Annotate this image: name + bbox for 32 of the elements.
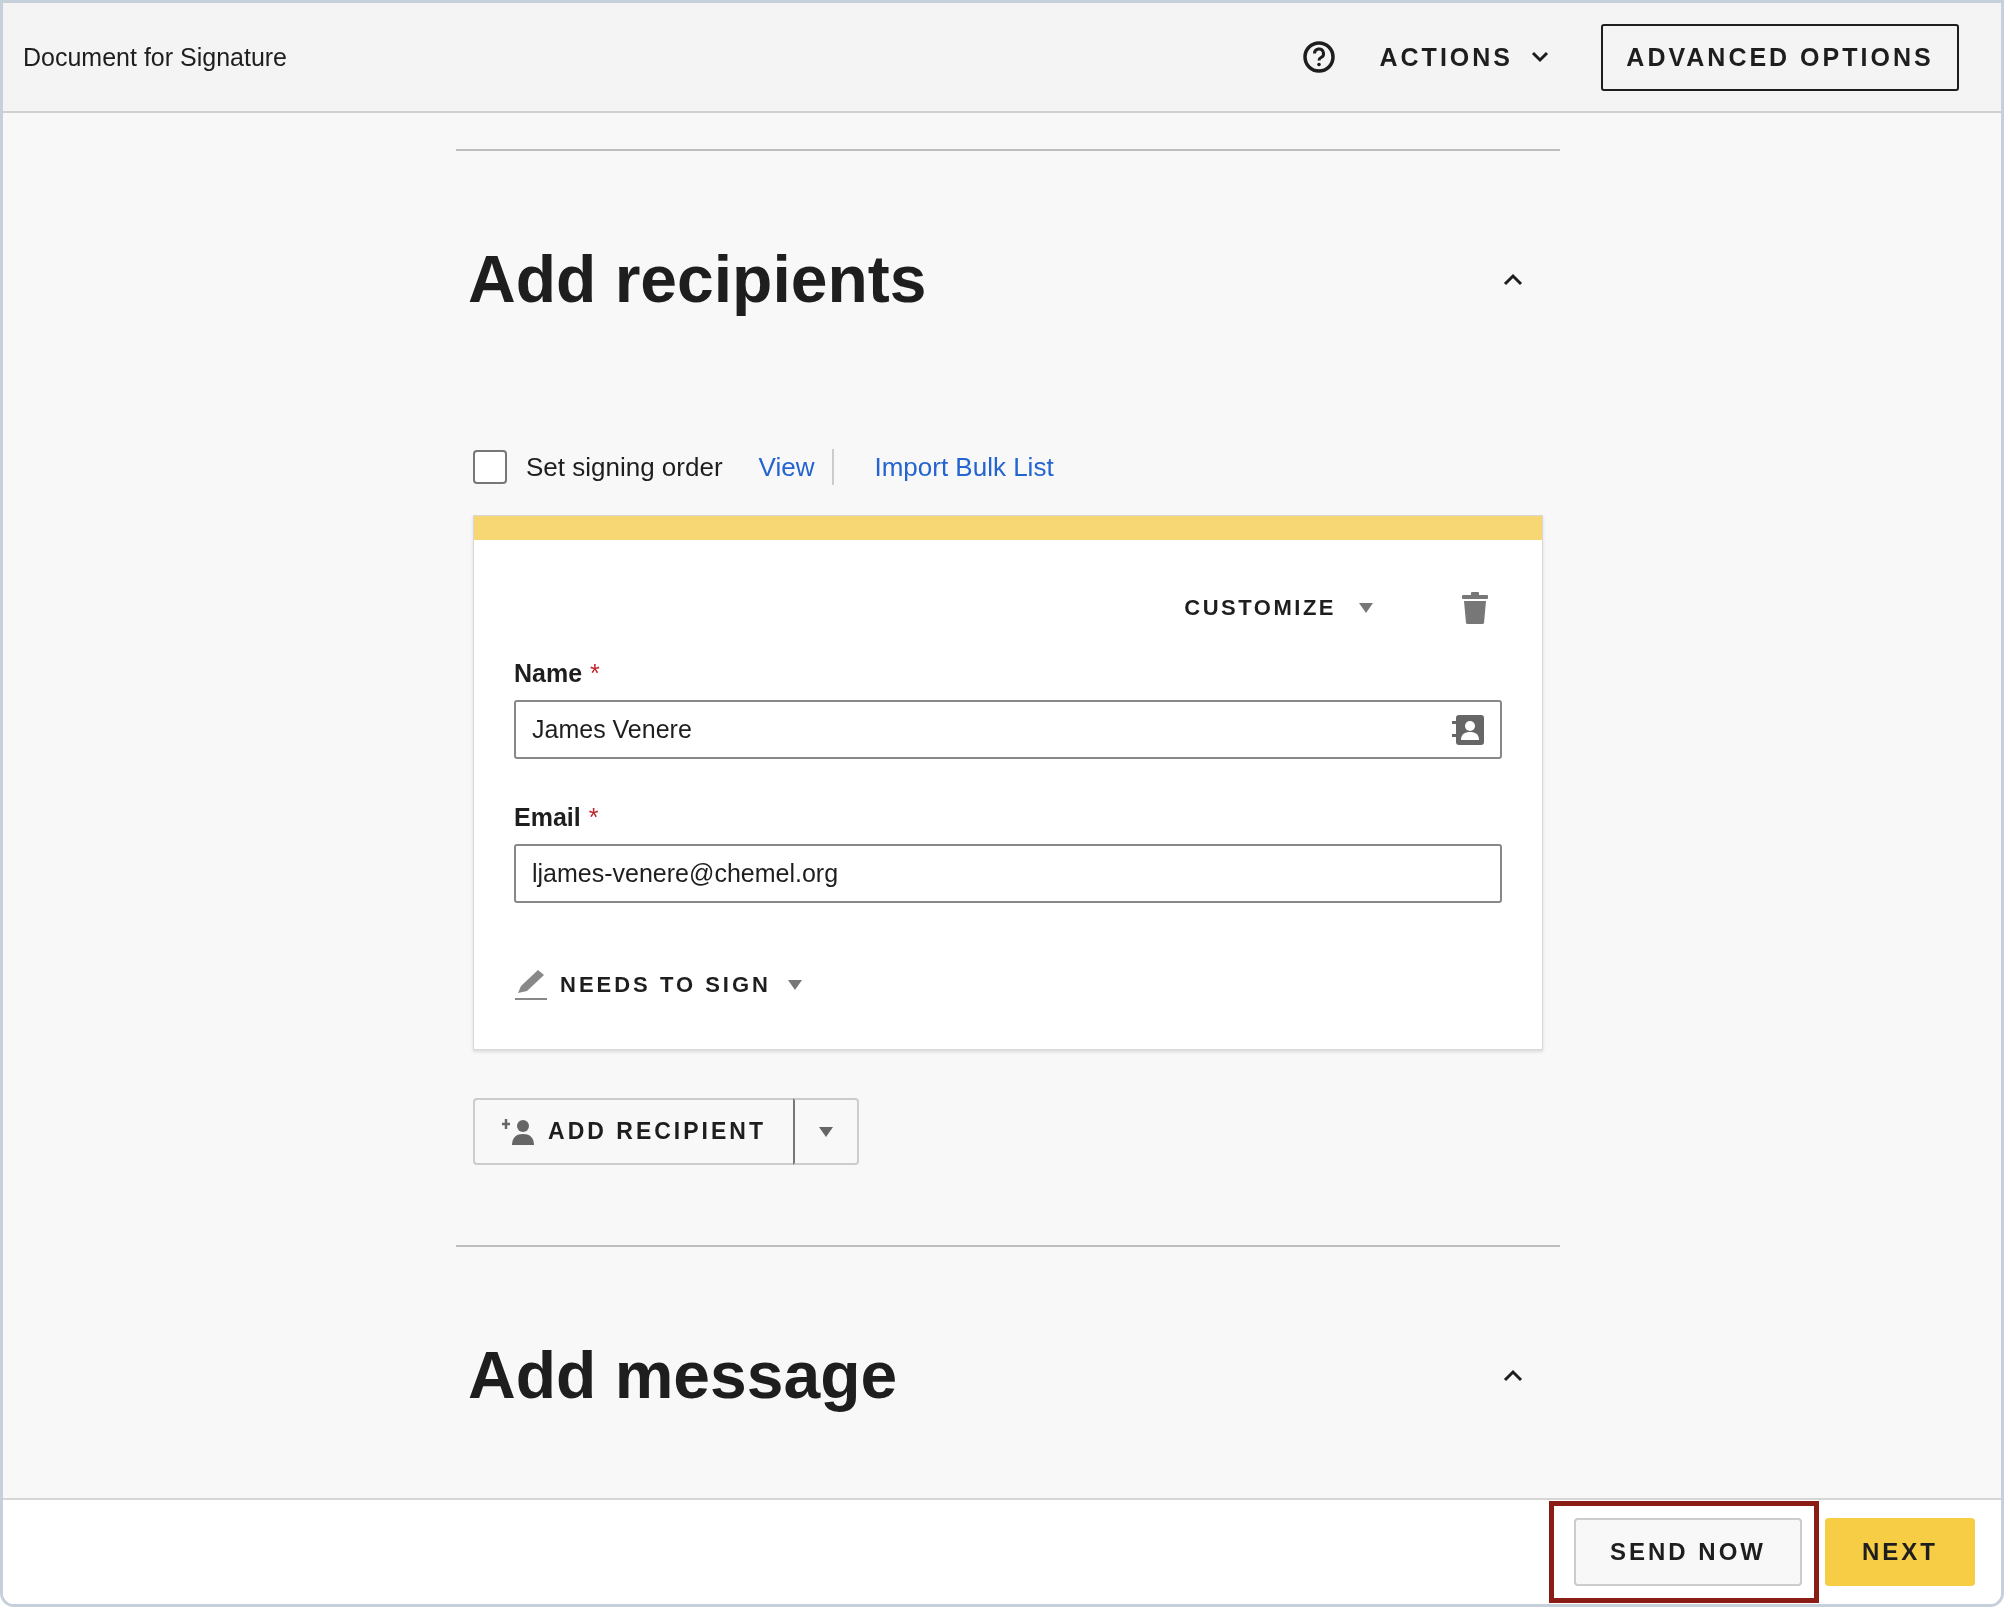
field-value: ljames-venere@chemel.org: [532, 859, 839, 888]
field-value: James Venere: [532, 715, 692, 744]
trash-icon[interactable]: [1462, 592, 1488, 624]
caret-icon: [786, 979, 803, 991]
advanced-options-button[interactable]: ADVANCED OPTIONS: [1601, 23, 1959, 91]
add-recipient-button[interactable]: ADD RECIPIENT: [473, 1098, 793, 1165]
checkbox-label: Set signing order: [526, 451, 723, 483]
chevron-down-icon: [1531, 51, 1549, 63]
send-now-button[interactable]: SEND NOW: [1574, 1518, 1802, 1586]
section-heading: Add message: [468, 1337, 898, 1413]
field-label: Email *: [514, 803, 600, 832]
caret-icon: [1358, 602, 1374, 614]
pen-icon: [514, 969, 548, 1001]
link[interactable]: View: [758, 451, 815, 483]
caret-icon: [818, 1125, 834, 1138]
role-dropdown[interactable]: NEEDS TO SIGN: [514, 969, 803, 1001]
help-icon[interactable]: [1301, 40, 1336, 74]
text-field[interactable]: James Venere: [514, 700, 1502, 759]
checkbox[interactable]: [473, 450, 507, 484]
contact-card-icon[interactable]: [1452, 713, 1486, 746]
next-button[interactable]: NEXT: [1825, 1518, 1975, 1586]
text-field[interactable]: ljames-venere@chemel.org: [514, 844, 1502, 903]
document-title: Document for Signature: [23, 42, 288, 72]
customize-dropdown[interactable]: CUSTOMIZE: [1184, 595, 1374, 621]
actions-menu[interactable]: ACTIONS: [1379, 42, 1549, 72]
dropdown-button[interactable]: [793, 1098, 859, 1165]
section-heading: Add recipients: [468, 241, 927, 317]
chevron-up-icon[interactable]: [1502, 1368, 1524, 1382]
link[interactable]: Import Bulk List: [874, 451, 1054, 483]
add-person-icon: [502, 1118, 537, 1145]
chevron-up-icon[interactable]: [1502, 272, 1524, 286]
field-label: Name *: [514, 659, 601, 688]
